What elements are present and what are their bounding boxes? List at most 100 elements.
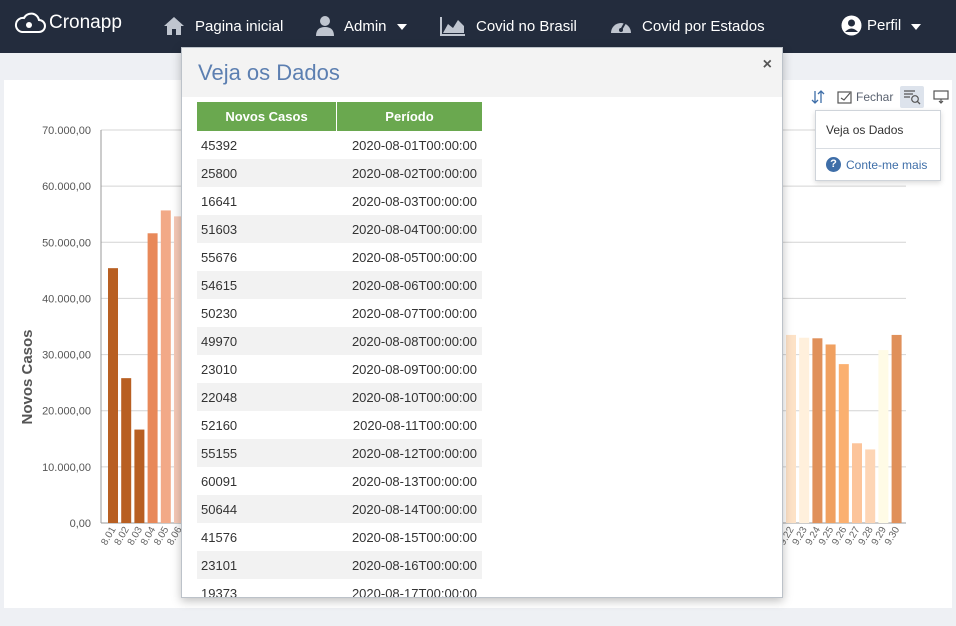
y-tick-label: 70.000,00: [42, 125, 91, 137]
cell-new-cases: 19373: [201, 585, 238, 598]
focus-close-icon: [837, 91, 852, 104]
bar[interactable]: [891, 334, 902, 523]
bar[interactable]: [160, 210, 171, 524]
y-tick-label: 40.000,00: [42, 293, 91, 305]
table-row: 22048 2020-08-10T00:00:00: [197, 383, 482, 411]
nav-profile[interactable]: Perfil: [841, 15, 922, 36]
bar[interactable]: [838, 364, 849, 523]
cell-new-cases: 23010: [201, 361, 238, 377]
table-row: 45392 2020-08-01T00:00:00: [197, 131, 482, 159]
table-row: 41576 2020-08-15T00:00:00: [197, 523, 482, 551]
cell-period: 2020-08-16T00:00:00: [351, 557, 477, 573]
table-row: 50644 2020-08-14T00:00:00: [197, 495, 482, 523]
close-focus-label: Fechar: [856, 90, 894, 104]
cell-new-cases: 16641: [201, 193, 238, 209]
cell-period: 2020-08-03T00:00:00: [351, 193, 477, 209]
y-axis-label: Novos Casos: [19, 329, 36, 424]
table-row: 23010 2020-08-09T00:00:00: [197, 355, 482, 383]
table-row: 50230 2020-08-07T00:00:00: [197, 299, 482, 327]
dropdown-item-tell-me-more[interactable]: ? Conte-me mais: [826, 157, 927, 172]
cell-period: 2020-08-13T00:00:00: [351, 473, 477, 489]
cell-new-cases: 55676: [201, 249, 238, 265]
nav-admin-label: Admin: [344, 17, 387, 35]
top-navbar: Cronapp Pagina inicial Admin Covid no Br…: [0, 0, 956, 53]
y-tick-label: 30.000,00: [42, 350, 91, 362]
cell-period: 2020-08-02T00:00:00: [351, 165, 477, 181]
table-row: 16641 2020-08-03T00:00:00: [197, 187, 482, 215]
cell-period: 2020-08-14T00:00:00: [351, 501, 477, 517]
tell-me-more-label: Conte-me mais: [846, 157, 928, 172]
nav-home-label: Pagina inicial: [195, 17, 284, 35]
nav-home[interactable]: Pagina inicial: [163, 16, 283, 36]
y-tick-label: 60.000,00: [42, 181, 91, 193]
close-icon[interactable]: ×: [763, 56, 772, 74]
bar[interactable]: [121, 378, 132, 523]
cell-period: 2020-08-07T00:00:00: [351, 305, 477, 321]
bar[interactable]: [134, 429, 145, 523]
chevron-down-icon: [911, 23, 922, 30]
cell-new-cases: 45392: [201, 137, 238, 153]
cell-period: 2020-08-11T00:00:00: [352, 417, 477, 433]
more-options-button[interactable]: [930, 86, 952, 108]
cell-new-cases: 25800: [201, 165, 238, 181]
cell-period: 2020-08-01T00:00:00: [351, 137, 477, 153]
cell-period: 2020-08-05T00:00:00: [351, 249, 477, 265]
cell-new-cases: 52160: [201, 417, 238, 433]
cloud-logo-icon: [14, 12, 46, 33]
brand-name: Cronapp: [49, 12, 122, 33]
table-row: 54615 2020-08-06T00:00:00: [197, 271, 482, 299]
bar[interactable]: [878, 350, 889, 523]
table-row: 51603 2020-08-04T00:00:00: [197, 215, 482, 243]
search-lines-icon: [904, 90, 921, 105]
profile-avatar-icon: [841, 15, 862, 36]
y-tick-label: 0,00: [70, 518, 91, 530]
bar[interactable]: [147, 233, 158, 523]
x-tick-label: 9.30: [883, 525, 902, 548]
cell-period: 2020-08-09T00:00:00: [351, 361, 477, 377]
chart-toolbar: Fechar: [808, 86, 954, 108]
bar[interactable]: [825, 344, 836, 523]
data-modal: Veja os Dados × Novos Casos Período 4539…: [181, 47, 783, 598]
bar[interactable]: [108, 268, 118, 523]
table-header: Novos Casos Período: [197, 102, 482, 131]
bar[interactable]: [799, 337, 810, 523]
nav-covid-estados-label: Covid por Estados: [642, 17, 765, 35]
bar[interactable]: [786, 334, 796, 523]
cell-new-cases: 41576: [201, 529, 238, 545]
bar[interactable]: [812, 338, 823, 523]
modal-title: Veja os Dados: [198, 60, 340, 85]
help-icon: ?: [826, 157, 841, 172]
data-table: Novos Casos Período 45392 2020-08-01T00:0…: [197, 102, 482, 598]
cell-new-cases: 54615: [201, 277, 238, 293]
cell-period: 2020-08-12T00:00:00: [351, 445, 477, 461]
cell-new-cases: 60091: [201, 473, 238, 489]
more-options-icon: [933, 90, 949, 104]
nav-profile-label: Perfil: [867, 17, 902, 34]
home-icon: [164, 17, 184, 35]
table-row: 60091 2020-08-13T00:00:00: [197, 467, 482, 495]
y-tick-label: 10.000,00: [42, 462, 91, 474]
cell-new-cases: 50230: [201, 305, 238, 321]
nav-covid-estados[interactable]: Covid por Estados: [610, 16, 765, 36]
column-header-period[interactable]: Período: [336, 102, 482, 131]
dropdown-item-see-data[interactable]: Veja os Dados: [826, 123, 903, 137]
close-focus-button[interactable]: Fechar: [834, 86, 896, 108]
table-row: 25800 2020-08-02T00:00:00: [197, 159, 482, 187]
insights-dropdown: Veja os Dados ? Conte-me mais: [815, 110, 941, 181]
sort-button[interactable]: [808, 86, 828, 108]
column-header-new-cases[interactable]: Novos Casos: [197, 102, 336, 131]
brand-logo[interactable]: Cronapp: [14, 12, 122, 34]
chevron-down-icon: [396, 24, 407, 30]
nav-admin[interactable]: Admin: [316, 16, 407, 36]
cell-period: 2020-08-17T00:00:00: [351, 585, 477, 598]
bar[interactable]: [865, 449, 876, 523]
bar[interactable]: [852, 443, 862, 523]
cell-period: 2020-08-10T00:00:00: [351, 389, 477, 405]
table-row: 23101 2020-08-16T00:00:00: [197, 551, 482, 579]
table-body: 45392 2020-08-01T00:00:00 25800 2020-08-02T…: [197, 131, 482, 598]
nav-covid-brasil[interactable]: Covid no Brasil: [440, 16, 577, 36]
cell-period: 2020-08-15T00:00:00: [351, 529, 477, 545]
insights-button[interactable]: [900, 86, 925, 108]
cell-new-cases: 22048: [201, 389, 238, 405]
cell-new-cases: 49970: [201, 333, 238, 349]
